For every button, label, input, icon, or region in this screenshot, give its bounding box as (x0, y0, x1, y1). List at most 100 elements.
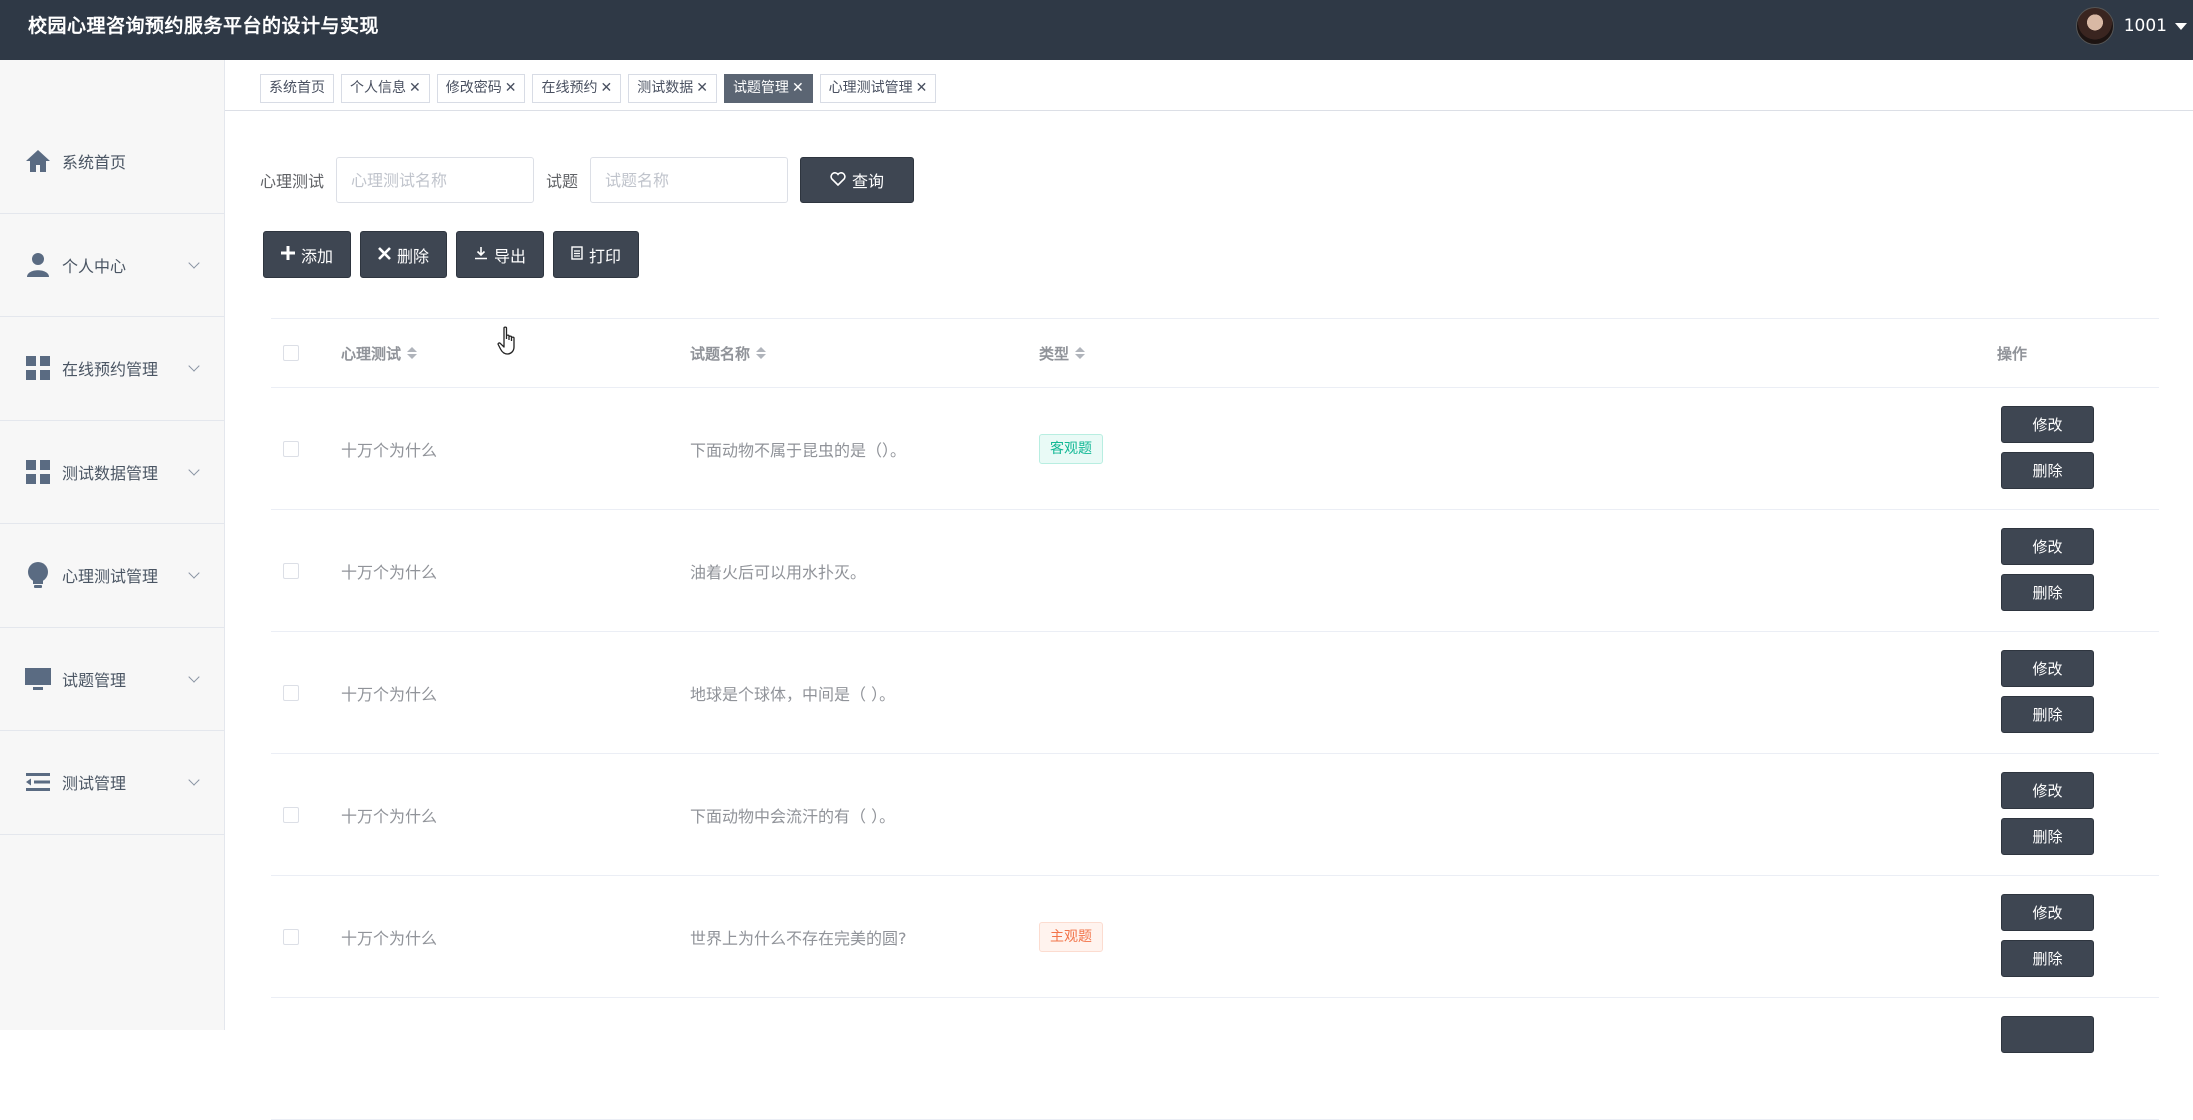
table-row: 十万个为什么 下面动物中会流汗的有（ ）。 修改 删除 (271, 754, 2159, 876)
row-delete-button[interactable]: 删除 (2001, 696, 2094, 733)
tab-label: 系统首页 (269, 80, 325, 96)
sidebar-item-home[interactable]: 系统首页 (0, 110, 224, 214)
column-header-label: 心理测试 (341, 344, 402, 363)
cell-test: 十万个为什么 (341, 440, 438, 460)
tab-test-data[interactable]: 测试数据 ✕ (628, 74, 717, 103)
tab-questions[interactable]: 试题管理 ✕ (723, 74, 813, 103)
sidebar-item-label: 系统首页 (62, 153, 127, 173)
sidebar-item-psych-test[interactable]: 心理测试管理 (0, 524, 224, 628)
avatar[interactable] (2075, 7, 2114, 45)
column-header-label: 类型 (1039, 344, 1070, 363)
edit-button[interactable] (2001, 1016, 2094, 1053)
export-button-label: 导出 (494, 246, 527, 266)
column-header-op: 操作 (1997, 344, 2028, 363)
download-icon (474, 245, 488, 264)
table-row: 十万个为什么 油着火后可以用水扑灭。 修改 删除 (271, 510, 2159, 632)
close-icon[interactable]: ✕ (409, 80, 421, 96)
row-checkbox[interactable] (283, 440, 299, 457)
tab-home[interactable]: 系统首页 (260, 74, 334, 103)
tab-password[interactable]: 修改密码 ✕ (436, 74, 526, 103)
row-delete-button[interactable]: 删除 (2001, 818, 2094, 855)
tab-label: 试题管理 (732, 80, 789, 96)
row-checkbox[interactable] (283, 684, 299, 701)
sort-icon[interactable] (1075, 347, 1086, 359)
sort-icon[interactable] (756, 347, 767, 359)
tab-psych-test[interactable]: 心理测试管理 ✕ (819, 74, 937, 103)
grid-icon (24, 354, 52, 382)
test-name-input[interactable] (336, 157, 535, 203)
column-header-test[interactable]: 心理测试 (341, 319, 418, 387)
add-button[interactable]: 添加 (263, 231, 352, 278)
edit-button[interactable]: 修改 (2001, 894, 2094, 931)
query-button-label: 查询 (852, 172, 885, 191)
caret-down-icon[interactable] (2175, 22, 2187, 30)
home-icon (24, 147, 52, 175)
edit-button[interactable]: 修改 (2001, 528, 2094, 565)
edit-button[interactable]: 修改 (2001, 772, 2094, 809)
chevron-down-icon (188, 257, 200, 269)
close-icon[interactable]: ✕ (600, 80, 612, 96)
query-button[interactable]: 查询 (800, 157, 915, 203)
chevron-down-icon (188, 774, 200, 786)
column-header-name[interactable]: 试题名称 (690, 319, 767, 387)
sidebar-item-profile[interactable]: 个人中心 (0, 214, 224, 317)
chevron-down-icon (188, 567, 200, 579)
row-actions: 修改 删除 (2001, 528, 2094, 611)
row-delete-button[interactable]: 删除 (2001, 574, 2094, 611)
select-all-checkbox[interactable] (283, 345, 299, 361)
tab-label: 心理测试管理 (828, 80, 913, 96)
print-button[interactable]: 打印 (553, 231, 640, 278)
cell-type: 主观题 (1039, 876, 1103, 997)
document-icon (571, 245, 583, 264)
table-row: 十万个为什么 地球是个球体，中间是（ ）。 修改 删除 (271, 632, 2159, 754)
close-icon[interactable]: ✕ (916, 80, 928, 96)
table-row: 十万个为什么 下面动物不属于昆虫的是（）。 客观题 修改 删除 (271, 388, 2159, 510)
sidebar-item-test-data[interactable]: 测试数据管理 (0, 421, 224, 524)
action-toolbar: 添加 删除 导出 打印 (263, 231, 640, 278)
export-button[interactable]: 导出 (456, 231, 545, 278)
question-name-input[interactable] (590, 157, 789, 203)
sidebar-item-questions[interactable]: 试题管理 (0, 628, 224, 731)
delete-button-label: 删除 (397, 246, 430, 266)
top-header: 校园心理咨询预约服务平台的设计与实现 1001 (0, 0, 2193, 60)
row-checkbox[interactable] (283, 928, 299, 945)
row-delete-button[interactable]: 删除 (2001, 452, 2094, 489)
select-all-cell (283, 319, 299, 387)
row-actions (2001, 1016, 2094, 1053)
sort-icon[interactable] (407, 347, 418, 359)
edit-button[interactable]: 修改 (2001, 406, 2094, 443)
delete-button[interactable]: 删除 (360, 231, 448, 278)
question-table: 心理测试 试题名称 类型 操作 十万个为什么 下面动物不属于昆虫的是（）。 客观… (271, 318, 2159, 1120)
row-checkbox-cell (283, 632, 299, 753)
close-icon[interactable]: ✕ (505, 80, 517, 96)
username[interactable]: 1001 (2124, 16, 2167, 36)
sidebar-item-tests[interactable]: 测试管理 (0, 731, 224, 835)
close-icon[interactable]: ✕ (696, 80, 708, 96)
monitor-icon (24, 665, 52, 693)
tab-profile[interactable]: 个人信息 ✕ (341, 74, 430, 103)
type-badge: 客观题 (1039, 433, 1103, 464)
table-row: 十万个为什么 世界上为什么不存在完美的圆? 主观题 修改 删除 (271, 876, 2159, 998)
row-delete-button[interactable]: 删除 (2001, 940, 2094, 977)
cell-test: 十万个为什么 (341, 562, 438, 582)
bulb-icon (24, 561, 52, 589)
tab-label: 在线预约 (541, 80, 598, 96)
row-actions: 修改 删除 (2001, 772, 2094, 855)
sidebar-item-label: 测试数据管理 (62, 463, 159, 483)
sidebar-item-label: 个人中心 (62, 256, 127, 276)
tab-appointment[interactable]: 在线预约 ✕ (532, 74, 622, 103)
user-menu[interactable]: 1001 (2075, 6, 2187, 46)
row-checkbox-cell (283, 388, 299, 509)
list-icon (24, 768, 52, 796)
row-checkbox-cell (283, 754, 299, 875)
sidebar-item-label: 试题管理 (62, 670, 127, 690)
row-checkbox[interactable] (283, 562, 299, 579)
type-badge: 主观题 (1039, 921, 1103, 952)
edit-button[interactable]: 修改 (2001, 650, 2094, 687)
column-header-type[interactable]: 类型 (1039, 319, 1086, 387)
row-checkbox[interactable] (283, 806, 299, 823)
close-icon[interactable]: ✕ (792, 80, 804, 96)
add-button-label: 添加 (301, 246, 334, 266)
sidebar-item-appointments[interactable]: 在线预约管理 (0, 317, 224, 421)
print-button-label: 打印 (589, 246, 622, 266)
